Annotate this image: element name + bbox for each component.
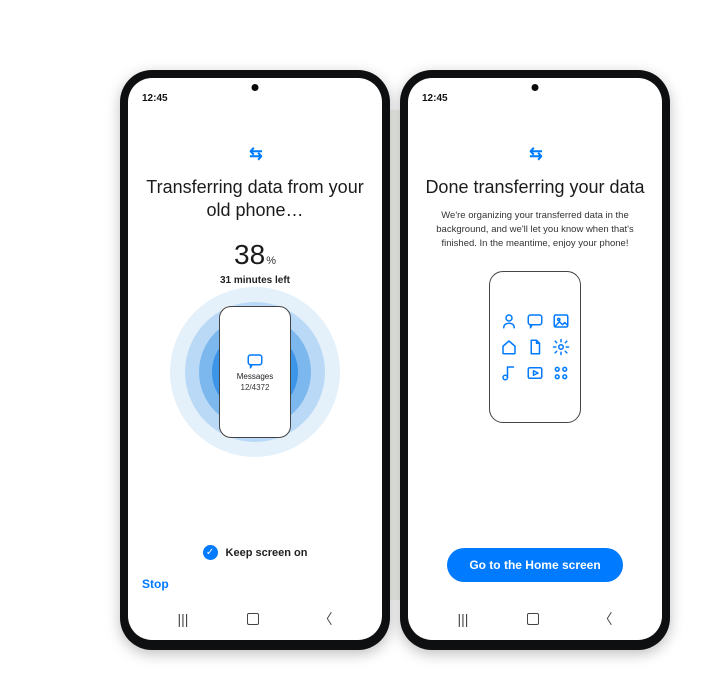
mini-phone-illustration — [489, 271, 581, 423]
data-type-grid — [500, 312, 570, 382]
home-button[interactable] — [527, 613, 539, 625]
status-time: 12:45 — [142, 93, 168, 104]
apps-icon — [552, 364, 570, 382]
settings-icon — [552, 338, 570, 356]
stop-button[interactable]: Stop — [142, 577, 169, 591]
phone-done: 12:45 ⇆ Done transferring your data We'r… — [400, 70, 670, 650]
page-subtitle: We're organizing your transferred data i… — [424, 209, 646, 250]
progress-percent: 38% — [234, 239, 276, 271]
front-camera — [252, 84, 259, 91]
transfer-arrows-icon: ⇆ — [249, 144, 260, 164]
back-button[interactable]: 〈 — [598, 609, 612, 629]
recents-button[interactable]: ||| — [458, 611, 469, 627]
contacts-icon — [500, 312, 518, 330]
current-item-label: Messages — [237, 372, 273, 381]
go-home-button[interactable]: Go to the Home screen — [447, 548, 622, 582]
document-icon — [526, 338, 544, 356]
content-area: ⇆ Done transferring your data We're orga… — [408, 104, 662, 602]
phone-screen: 12:45 ⇆ Transferring data from your old … — [128, 78, 382, 640]
content-area: ⇆ Transferring data from your old phone…… — [128, 104, 382, 566]
progress-number: 38 — [234, 239, 265, 270]
android-nav-bar: ||| 〈 — [408, 602, 662, 640]
messages-icon — [246, 352, 264, 370]
status-bar: 12:45 — [408, 78, 662, 104]
music-icon — [500, 364, 518, 382]
home-button[interactable] — [247, 613, 259, 625]
front-camera — [532, 84, 539, 91]
recents-button[interactable]: ||| — [178, 611, 189, 627]
status-time: 12:45 — [422, 93, 448, 104]
transfer-animation: Messages 12/4372 — [165, 292, 345, 452]
current-item-count: 12/4372 — [241, 383, 270, 392]
stage: 12:45 ⇆ Transferring data from your old … — [0, 0, 720, 690]
video-icon — [526, 364, 544, 382]
phone-transferring: 12:45 ⇆ Transferring data from your old … — [120, 70, 390, 650]
keep-screen-on-label: Keep screen on — [226, 547, 308, 559]
checkmark-icon: ✓ — [203, 545, 218, 560]
phone-screen: 12:45 ⇆ Done transferring your data We'r… — [408, 78, 662, 640]
footer-bar: Stop — [128, 566, 382, 602]
back-button[interactable]: 〈 — [318, 609, 332, 629]
mini-phone-illustration: Messages 12/4372 — [219, 306, 291, 438]
percent-symbol: % — [266, 255, 276, 267]
page-title: Transferring data from your old phone… — [144, 176, 366, 223]
page-title: Done transferring your data — [425, 176, 644, 199]
messages-icon — [526, 312, 544, 330]
keep-screen-on-toggle[interactable]: ✓ Keep screen on — [203, 535, 308, 560]
transfer-arrows-icon: ⇆ — [529, 144, 540, 164]
home-icon — [500, 338, 518, 356]
android-nav-bar: ||| 〈 — [128, 602, 382, 640]
time-remaining: 31 minutes left — [220, 275, 290, 286]
status-bar: 12:45 — [128, 78, 382, 104]
gallery-icon — [552, 312, 570, 330]
